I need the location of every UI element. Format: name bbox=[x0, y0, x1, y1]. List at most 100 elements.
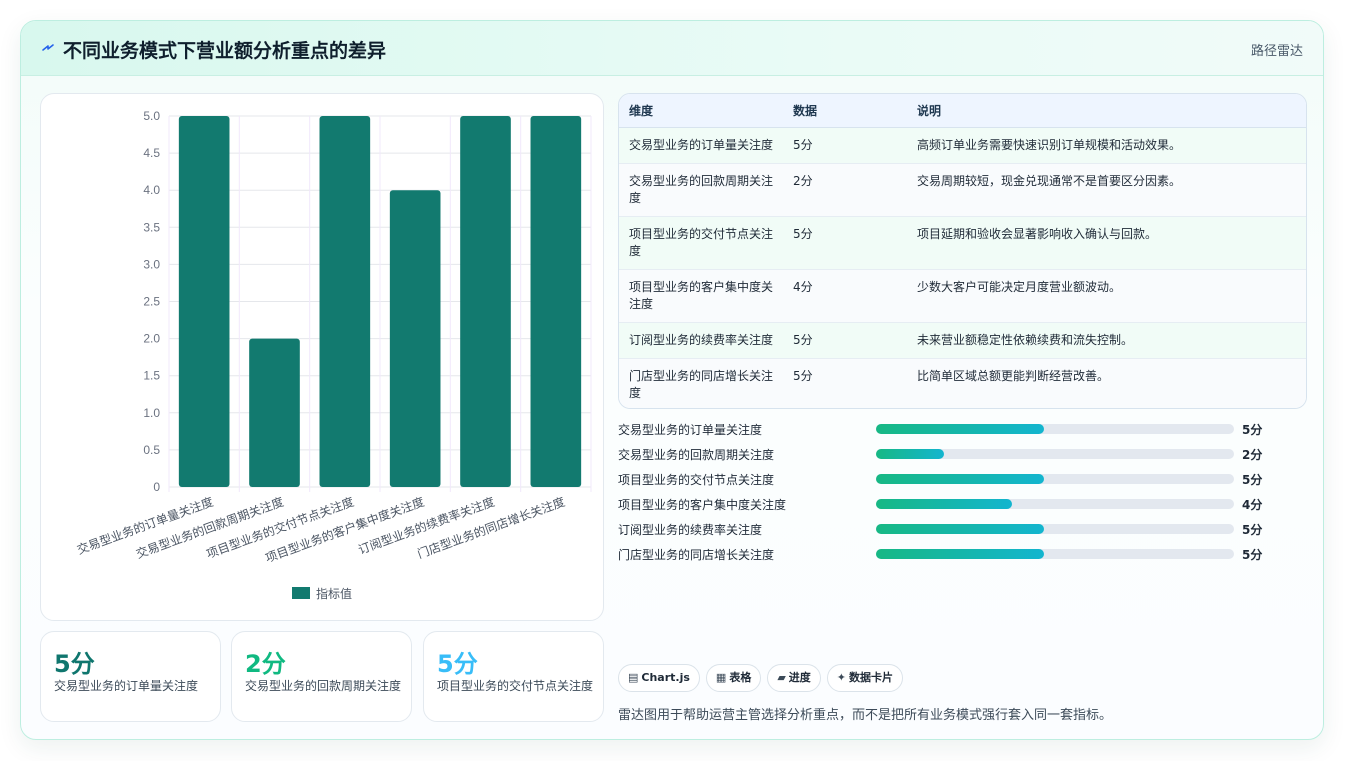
table-row: 项目型业务的交付节点关注度 5分 项目延期和验收会显著影响收入确认与回款。 bbox=[619, 216, 1306, 270]
progress-fill bbox=[876, 424, 1045, 434]
table-cell-data: 5分 bbox=[783, 216, 907, 270]
progress-fill bbox=[876, 549, 1045, 559]
progress-track bbox=[876, 449, 1234, 459]
chip-label: 数据卡片 bbox=[849, 671, 894, 684]
page-title: 不同业务模式下营业额分析重点的差异 bbox=[63, 40, 387, 62]
bar bbox=[319, 116, 371, 487]
y-tick-label: 4.5 bbox=[143, 146, 160, 160]
table-cell-dimension: 项目型业务的交付节点关注度 bbox=[619, 216, 783, 270]
progress-value: 5分 bbox=[1242, 423, 1263, 437]
stat-value: 5分 bbox=[54, 650, 95, 678]
header-tag[interactable]: 路径雷达 bbox=[1251, 40, 1303, 59]
progress-row: 交易型业务的订单量关注度 5分 bbox=[618, 418, 1308, 443]
header: 不同业务模式下营业额分析重点的差异 路径雷达 bbox=[21, 21, 1323, 76]
table-cell-data: 2分 bbox=[783, 163, 907, 217]
table-cell-description: 交易周期较短，现金兑现通常不是首要区分因素。 bbox=[907, 163, 1306, 217]
progress-label: 交易型业务的回款周期关注度 bbox=[618, 448, 775, 462]
stat-value: 2分 bbox=[245, 650, 286, 678]
progress-value: 5分 bbox=[1242, 523, 1263, 537]
data-table: 维度 数据 说明 交易型业务的订单量关注度 5分 高频订单业务需要快速识别订单规… bbox=[618, 93, 1307, 409]
progress-fill bbox=[876, 499, 1013, 509]
stat-card: 5分 交易型业务的订单量关注度 bbox=[40, 631, 221, 722]
progress-label: 订阅型业务的续费率关注度 bbox=[618, 523, 763, 537]
progress-track bbox=[876, 549, 1234, 559]
legend-swatch bbox=[292, 587, 310, 599]
table-cell-data: 5分 bbox=[793, 368, 813, 383]
progress-track bbox=[876, 499, 1234, 509]
table-cell-dimension: 交易型业务的订单量关注度 bbox=[619, 127, 783, 164]
y-tick-label: 2.0 bbox=[143, 332, 160, 346]
y-tick-label: 1.0 bbox=[143, 406, 160, 420]
y-tick-label: 2.5 bbox=[143, 295, 160, 309]
table-row: 订阅型业务的续费率关注度 5分 未来营业额稳定性依赖续费和流失控制。 bbox=[619, 322, 1306, 359]
progress-label: 门店型业务的同店增长关注度 bbox=[618, 548, 775, 562]
table-row: 门店型业务的同店增长关注度 5分 比简单区域总额更能判断经营改善。 bbox=[619, 358, 1306, 408]
table-cell-description: 比简单区域总额更能判断经营改善。 bbox=[917, 368, 1110, 383]
progress-icon: ▰ bbox=[777, 671, 786, 684]
stat-label: 项目型业务的交付节点关注度 bbox=[437, 679, 594, 693]
progress-row: 订阅型业务的续费率关注度 5分 bbox=[618, 518, 1308, 543]
progress-value: 5分 bbox=[1242, 548, 1263, 562]
chip-progress[interactable]: ▰ 进度 bbox=[767, 664, 821, 692]
progress-fill bbox=[876, 449, 945, 459]
card-icon: ✦ bbox=[836, 671, 847, 684]
progress-label: 项目型业务的交付节点关注度 bbox=[618, 473, 775, 487]
progress-row: 门店型业务的同店增长关注度 5分 bbox=[618, 543, 1308, 568]
stat-card: 5分 项目型业务的交付节点关注度 bbox=[423, 631, 604, 722]
bar bbox=[178, 116, 230, 487]
y-tick-label: 3.5 bbox=[143, 220, 160, 234]
y-tick-label: 1.5 bbox=[143, 369, 160, 383]
bar bbox=[530, 116, 582, 487]
progress-track bbox=[876, 474, 1234, 484]
progress-value: 4分 bbox=[1242, 498, 1263, 512]
table-header-row: 维度 数据 说明 bbox=[619, 94, 1306, 128]
bar bbox=[460, 116, 511, 487]
legend-label: 指标值 bbox=[316, 586, 352, 601]
y-tick-label: 0.5 bbox=[143, 443, 160, 457]
table-cell-description: 未来营业额稳定性依赖续费和流失控制。 bbox=[907, 322, 1306, 359]
progress-list: 交易型业务的订单量关注度 5分 交易型业务的回款周期关注度 2分 项目型业务的交… bbox=[618, 418, 1308, 568]
chart-icon: ▤ bbox=[628, 671, 639, 684]
bar-chart-panel: 0 0.5 1.0 1.5 2.0 2.5 3.0 3.5 4.0 4.5 5.0 交易型业务的订单量… bbox=[40, 93, 604, 621]
chip-data-card[interactable]: ✦ 数据卡片 bbox=[826, 664, 904, 692]
progress-row: 交易型业务的回款周期关注度 2分 bbox=[618, 443, 1308, 468]
table-cell-dimension: 项目型业务的客户集中度关注度 bbox=[619, 269, 783, 323]
progress-value: 5分 bbox=[1242, 473, 1263, 487]
stat-label: 交易型业务的回款周期关注度 bbox=[245, 679, 402, 693]
table-cell-data: 5分 bbox=[783, 322, 907, 359]
tech-chips: ▤ Chart.js ▦ 表格 ▰ 进度 ✦ 数据卡片 bbox=[618, 664, 909, 692]
progress-label: 交易型业务的订单量关注度 bbox=[618, 423, 763, 437]
stat-value: 5分 bbox=[437, 650, 478, 678]
progress-fill bbox=[876, 524, 1045, 534]
lightning-icon bbox=[42, 44, 54, 51]
table-header-dimension: 维度 bbox=[619, 94, 783, 128]
table-cell-description: 高频订单业务需要快速识别订单规模和活动效果。 bbox=[907, 127, 1306, 164]
chip-chartjs[interactable]: ▤ Chart.js bbox=[618, 664, 700, 692]
footnote: 雷达图用于帮助运营主管选择分析重点，而不是把所有业务模式强行套入同一套指标。 bbox=[618, 708, 1113, 723]
table-icon: ▦ bbox=[715, 671, 727, 684]
table-cell-data: 4分 bbox=[783, 269, 907, 323]
table-cell-dimension: 门店型业务的同店增长关注度 bbox=[629, 368, 774, 400]
table-row: 交易型业务的回款周期关注度 2分 交易周期较短，现金兑现通常不是首要区分因素。 bbox=[619, 163, 1306, 217]
progress-track bbox=[876, 524, 1234, 534]
chip-label: 进度 bbox=[788, 671, 811, 684]
progress-row: 项目型业务的客户集中度关注度 4分 bbox=[618, 493, 1308, 518]
y-tick-label: 0 bbox=[153, 480, 160, 494]
progress-label: 项目型业务的客户集中度关注度 bbox=[618, 498, 787, 512]
progress-value: 2分 bbox=[1242, 448, 1263, 462]
progress-track bbox=[876, 424, 1234, 434]
table-cell-dimension: 交易型业务的回款周期关注度 bbox=[619, 163, 783, 217]
table-cell-data: 5分 bbox=[783, 127, 907, 164]
bar bbox=[389, 190, 441, 487]
table-header-description: 说明 bbox=[907, 94, 1306, 128]
y-tick-label: 4.0 bbox=[143, 183, 160, 197]
table-cell-description: 少数大客户可能决定月度营业额波动。 bbox=[907, 269, 1306, 323]
progress-fill bbox=[876, 474, 1045, 484]
chip-label: Chart.js bbox=[641, 671, 690, 684]
bar bbox=[249, 338, 300, 487]
stat-card: 2分 交易型业务的回款周期关注度 bbox=[231, 631, 412, 722]
chip-table[interactable]: ▦ 表格 bbox=[705, 664, 762, 692]
progress-row: 项目型业务的交付节点关注度 5分 bbox=[618, 468, 1308, 493]
y-tick-label: 3.0 bbox=[143, 257, 160, 271]
table-cell-description: 项目延期和验收会显著影响收入确认与回款。 bbox=[907, 216, 1306, 270]
